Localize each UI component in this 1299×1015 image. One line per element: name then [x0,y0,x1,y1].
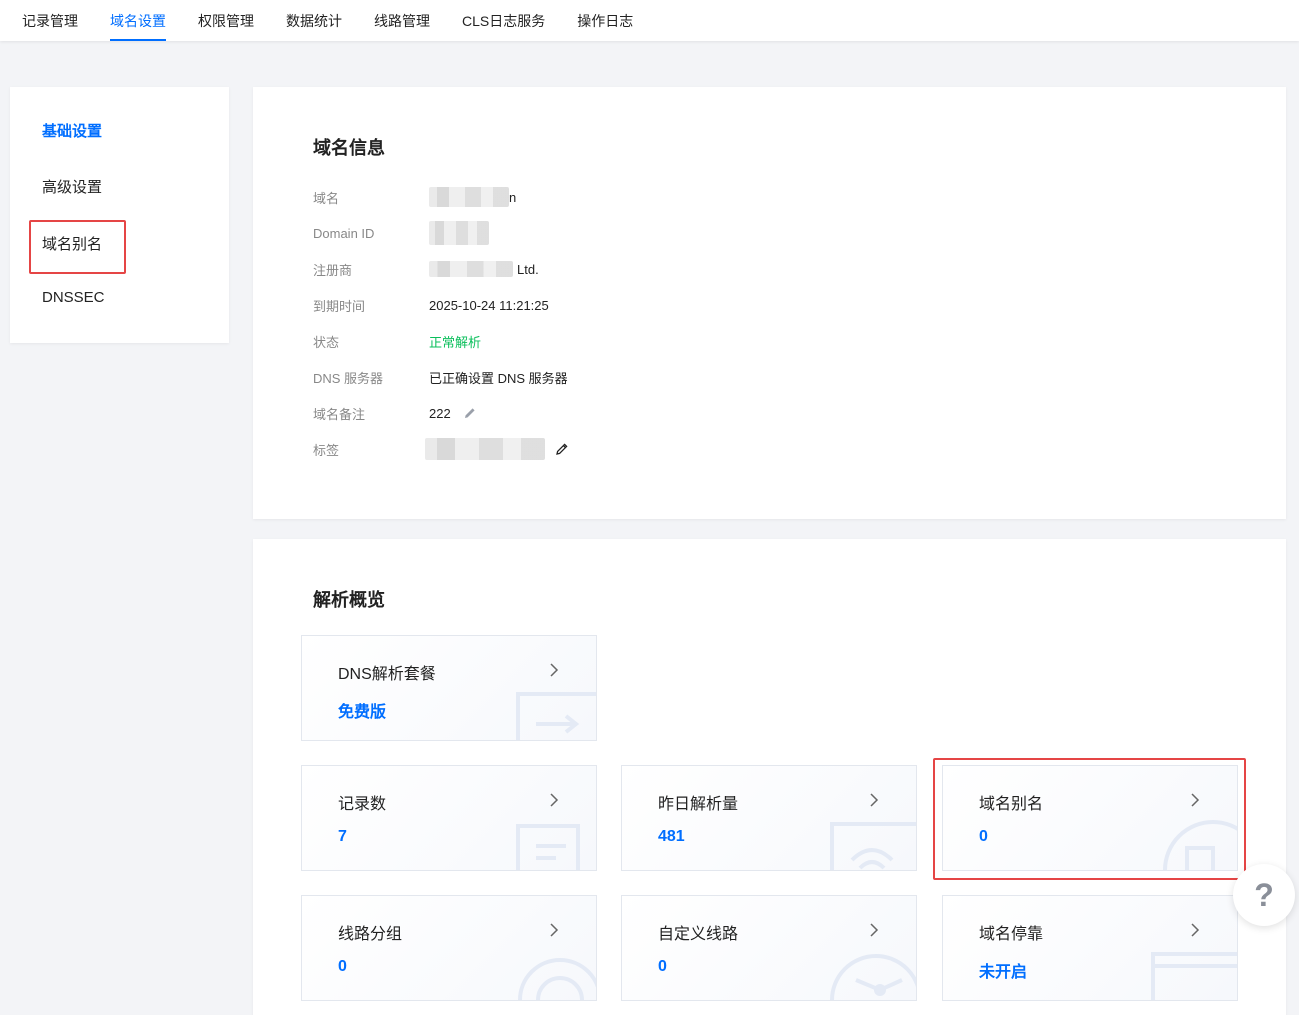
info-row-tags: 标签 [313,438,569,460]
info-label: 标签 [313,442,340,458]
card-label: 域名停靠 [979,926,1044,943]
card-value: 7 [338,828,347,845]
info-row-domain-id: Domain ID [313,221,489,245]
expiry-value: 2025-10-24 11:21:25 [429,297,549,313]
card-label: 线路分组 [338,926,403,943]
info-label: 注册商 [313,262,353,278]
route-watermark-icon [830,954,916,1000]
info-row-domain: 域名 n [313,187,516,207]
tab-statistics[interactable]: 数据统计 [286,0,342,41]
tab-domain-settings[interactable]: 域名设置 [110,0,166,41]
chevron-right-icon [550,793,559,807]
tab-operation-logs[interactable]: 操作日志 [577,0,633,41]
card-dns-package[interactable]: DNS解析套餐 免费版 [301,635,597,741]
card-label: 记录数 [338,796,387,813]
tab-records[interactable]: 记录管理 [22,0,78,41]
card-value: 未开启 [979,964,1028,981]
info-value: n [429,187,516,207]
card-value: 0 [658,958,667,975]
pencil-icon[interactable] [555,442,569,456]
chevron-right-icon [550,663,559,677]
tab-cls-logs[interactable]: CLS日志服务 [462,0,545,41]
chevron-right-icon [550,923,559,937]
card-value: 481 [658,828,685,845]
remark-value: 222 [429,406,477,421]
group-watermark-icon [518,958,596,1000]
card-line-groups[interactable]: 线路分组 0 [301,895,597,1001]
info-label: 状态 [313,334,340,350]
registrar-suffix: Ltd. [517,261,539,277]
chevron-right-icon [1191,793,1200,807]
info-label: DNS 服务器 [313,370,384,386]
card-yesterday-queries[interactable]: 昨日解析量 481 [621,765,917,871]
redacted-tags [425,438,545,460]
help-button[interactable]: ? [1233,864,1295,926]
card-record-count[interactable]: 记录数 7 [301,765,597,871]
record-watermark-icon [516,824,580,870]
redacted-registrar [429,261,513,277]
card-label: 昨日解析量 [658,796,739,813]
info-label: 域名 [313,190,340,206]
menu-item-dnssec[interactable]: DNSSEC [42,289,105,306]
tags-value [425,438,569,460]
redacted-domain [429,187,509,207]
menu-item-advanced-settings[interactable]: 高级设置 [42,176,102,197]
card-domain-alias[interactable]: 域名别名 0 [942,765,1238,871]
info-row-remark: 域名备注 222 [313,403,477,423]
info-label: Domain ID [313,225,375,241]
top-nav: 记录管理 域名设置 权限管理 数据统计 线路管理 CLS日志服务 操作日志 [0,0,1299,41]
info-label: 到期时间 [313,298,366,314]
remark-text: 222 [429,405,451,421]
chevron-right-icon [1191,923,1200,937]
card-value: 免费版 [338,704,387,721]
card-label: 自定义线路 [658,926,739,943]
card-custom-lines[interactable]: 自定义线路 0 [621,895,917,1001]
domain-info-panel: 域名信息 域名 n Domain ID 注册商 Ltd. 到期时间 2025-1… [253,87,1286,519]
chevron-right-icon [870,793,879,807]
status-value: 正常解析 [429,334,482,350]
tab-permissions[interactable]: 权限管理 [198,0,254,41]
info-value [429,221,489,245]
card-value: 0 [338,958,347,975]
menu-item-domain-alias[interactable]: 域名别名 [42,233,102,254]
pencil-icon[interactable] [463,406,477,420]
overview-title: 解析概览 [313,590,385,610]
alias-watermark-icon [1163,820,1237,870]
tab-lines[interactable]: 线路管理 [374,0,430,41]
package-watermark-icon [516,692,596,740]
question-icon: ? [1254,876,1274,913]
info-row-registrar: 注册商 Ltd. [313,259,539,279]
info-label: 域名备注 [313,406,366,422]
settings-menu: 基础设置 高级设置 域名别名 DNSSEC [10,87,229,343]
redacted-domain-id [429,221,489,245]
menu-item-basic-settings[interactable]: 基础设置 [42,120,102,141]
card-label: DNS解析套餐 [338,666,436,683]
parking-watermark-icon [1151,952,1237,1000]
domain-suffix: n [509,189,517,205]
card-value: 0 [979,828,988,845]
chevron-right-icon [870,923,879,937]
info-row-dns-server: DNS 服务器 已正确设置 DNS 服务器 [313,367,568,387]
dns-server-value: 已正确设置 DNS 服务器 [429,370,568,386]
card-label: 域名别名 [979,796,1044,813]
domain-info-title: 域名信息 [313,138,385,158]
card-domain-parking[interactable]: 域名停靠 未开启 [942,895,1238,1001]
signal-watermark-icon [830,822,916,870]
info-value: Ltd. [429,261,539,277]
info-row-expiry: 到期时间 2025-10-24 11:21:25 [313,295,549,315]
info-row-status: 状态 正常解析 [313,331,481,351]
